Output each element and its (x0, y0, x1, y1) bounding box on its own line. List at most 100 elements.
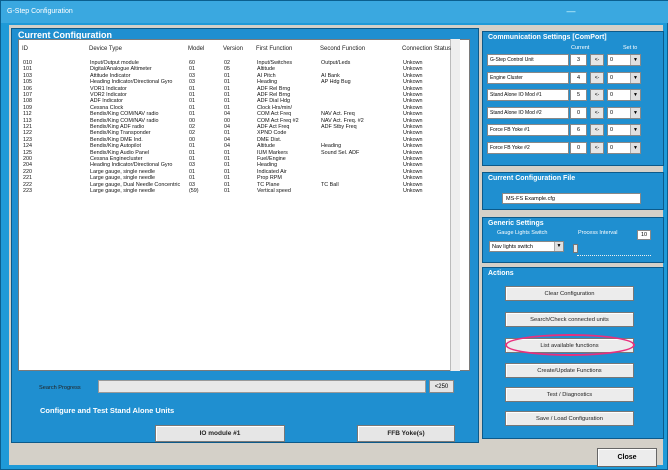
chevron-down-icon[interactable]: ▼ (630, 142, 640, 153)
table-cell: 223 (23, 188, 32, 194)
comm-setto-select[interactable]: 0 ▼ (607, 106, 641, 119)
search-progress-bar (98, 380, 426, 393)
table-cell: 112 (23, 111, 32, 118)
comm-current-value: 5 (570, 89, 587, 101)
table-cell: 01 (189, 143, 195, 150)
chevron-down-icon[interactable]: ▼ (630, 55, 640, 65)
table-cell: Unkown (403, 149, 423, 156)
table-cell: Large gauge, Dual Needle Concentric (90, 181, 181, 188)
table-cell: Unkown (403, 143, 423, 150)
comm-apply-button[interactable]: <- (590, 89, 604, 101)
search-progress-value[interactable]: <250 (429, 380, 454, 393)
comm-row: Stand Alone IO Mod #1 5 <- 0 ▼ (487, 89, 661, 101)
chevron-down-icon[interactable]: ▼ (630, 107, 640, 118)
table-cell: Large gauge, single needle (90, 168, 156, 175)
table-cell: 00 (189, 136, 195, 143)
action-button[interactable]: Create/Update Functions (505, 363, 634, 378)
column-header: First Function (256, 46, 293, 52)
chevron-down-icon[interactable]: ▼ (630, 90, 640, 100)
comm-apply-button[interactable]: <- (590, 106, 604, 119)
actions-title: Actions (488, 270, 514, 277)
chevron-down-icon[interactable]: ▼ (630, 125, 640, 135)
comm-apply-button[interactable]: <- (590, 141, 604, 154)
table-cell: Altitude (257, 66, 275, 73)
chevron-down-icon[interactable]: ▼ (554, 242, 563, 251)
table-cell: Bendix/King Autopilot (90, 143, 141, 150)
ffb-yoke-button[interactable]: FFB Yoke(s) (357, 425, 455, 442)
table-cell: 03 (189, 162, 195, 169)
action-button[interactable]: Search/Check connected units (505, 312, 634, 327)
table-cell: Input/Output module (90, 60, 139, 66)
table-cell: 125 (23, 149, 32, 156)
comm-row: G-Step Control Unit 3 <- 0 ▼ (487, 54, 661, 66)
search-progress-label: Search Progress (39, 385, 81, 391)
comm-setto-select[interactable]: 0 ▼ (607, 54, 641, 66)
table-cell: DME Dist. (257, 136, 282, 143)
comm-apply-button[interactable]: <- (590, 124, 604, 136)
device-list[interactable]: 010 Input/Output module 60 02 Input/Switches… (18, 39, 470, 371)
table-cell: 01 (224, 188, 230, 194)
table-cell: Altitude (257, 143, 275, 150)
process-interval-slider[interactable] (577, 248, 651, 256)
device-list-scrollbar[interactable] (450, 39, 460, 371)
process-interval-field[interactable]: 10 (637, 230, 651, 240)
table-cell: COM Act Freq (257, 111, 292, 118)
table-cell: Unkown (403, 117, 423, 124)
comm-device-label: Force FB Yoke #2 (487, 141, 569, 154)
highlight-ellipse (505, 334, 635, 356)
comm-row: Engine Cluster 4 <- 0 ▼ (487, 71, 661, 84)
io-module-button[interactable]: IO module #1 (155, 425, 285, 442)
table-cell: 123 (23, 136, 32, 143)
config-file-field[interactable]: MS-FS Example.cfg (502, 193, 641, 204)
table-cell: 106 (23, 85, 32, 92)
table-cell: 00 (189, 117, 195, 124)
action-button[interactable]: Save / Load Configuration (505, 411, 634, 426)
table-cell: 01 (189, 175, 195, 182)
comm-device-label: Stand Alone IO Mod #1 (487, 89, 569, 101)
table-cell: 01 (224, 85, 230, 92)
comm-setto-select[interactable]: 0 ▼ (607, 71, 641, 84)
table-cell: Cessna Enginecluster (90, 156, 143, 162)
close-button[interactable]: Close (597, 448, 657, 467)
comm-current-value: 6 (570, 124, 587, 136)
comm-current-value: 0 (570, 106, 587, 119)
table-cell: Fuel/Engine (257, 156, 286, 162)
table-row[interactable]: 223 Large gauge, single needle (59) 01 Verti… (19, 188, 469, 195)
comm-device-label: Engine Cluster (487, 71, 569, 84)
table-cell: 01 (189, 85, 195, 92)
table-cell: Bendix/King COM/NAV radio (90, 117, 159, 124)
table-cell: 222 (23, 181, 32, 188)
config-file-panel: Current Configuration File (482, 172, 664, 210)
comm-setto-select[interactable]: 0 ▼ (607, 89, 641, 101)
table-cell: 01 (189, 98, 195, 105)
action-button[interactable]: Test / Diagnostics (505, 387, 634, 402)
table-cell: Unkown (403, 111, 423, 118)
table-cell: Input/Switches (257, 60, 293, 66)
table-cell: 01 (224, 104, 230, 111)
chevron-down-icon[interactable]: ▼ (630, 72, 640, 83)
table-cell: Output/Leds (321, 60, 351, 66)
table-cell: Unkown (403, 72, 423, 79)
table-cell: 02 (189, 130, 195, 137)
table-cell: Bendix/King Audio Panel (90, 149, 150, 156)
comm-setto-select[interactable]: 0 ▼ (607, 124, 641, 136)
minimize-icon[interactable]: — (561, 4, 581, 18)
table-cell: 00 (224, 117, 230, 124)
table-cell: 01 (224, 98, 230, 105)
table-cell: ADF Act Freq (257, 124, 290, 130)
slider-thumb[interactable] (573, 244, 578, 253)
table-cell: 03 (189, 181, 195, 188)
gauge-lights-select[interactable]: Nav lights switch ▼ (489, 241, 564, 252)
table-cell: 60 (189, 60, 195, 66)
table-cell: ADF Dial Hdg (257, 98, 290, 105)
table-cell: 221 (23, 175, 32, 182)
comm-setto-select[interactable]: 0 ▼ (607, 141, 641, 154)
action-button[interactable]: Clear Configuration (505, 286, 634, 301)
comm-setto-value: 0 (610, 109, 614, 116)
table-cell: 05 (224, 66, 230, 73)
table-cell: 101 (23, 66, 32, 73)
table-cell: 02 (189, 124, 195, 130)
comm-apply-button[interactable]: <- (590, 71, 604, 84)
table-cell: 04 (224, 111, 230, 118)
comm-apply-button[interactable]: <- (590, 54, 604, 66)
